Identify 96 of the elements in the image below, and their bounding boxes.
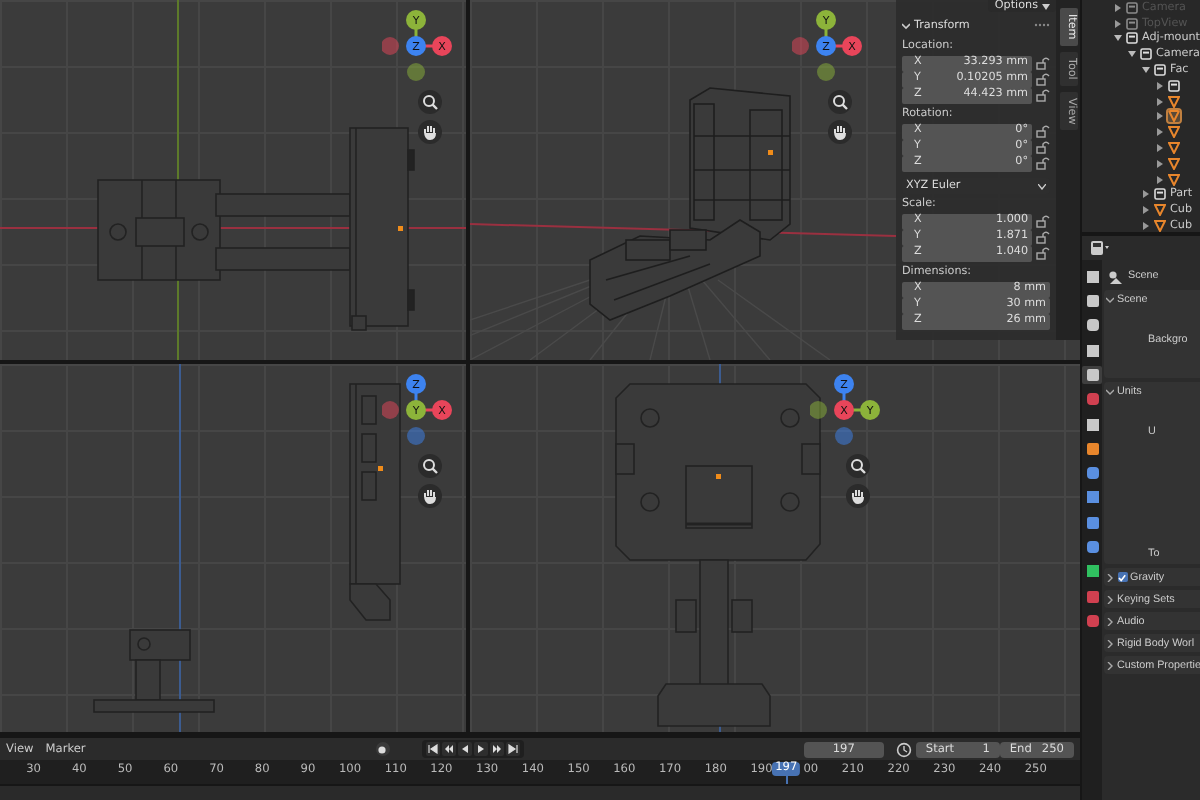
playback-button[interactable] bbox=[425, 742, 440, 756]
properties-tab[interactable] bbox=[1082, 415, 1102, 433]
disclosure-triangle-icon[interactable] bbox=[1142, 206, 1150, 215]
triangle-mesh-icon[interactable] bbox=[1168, 173, 1180, 186]
collection-icon[interactable] bbox=[1126, 17, 1138, 30]
zoom-button[interactable] bbox=[418, 454, 442, 478]
triangle-mesh-icon[interactable] bbox=[1168, 126, 1180, 139]
padlock-icon[interactable] bbox=[1036, 88, 1050, 103]
triangle-mesh-icon[interactable] bbox=[1168, 157, 1180, 170]
pan-button[interactable] bbox=[846, 484, 870, 508]
collection-icon[interactable] bbox=[1126, 32, 1138, 45]
padlock-icon[interactable] bbox=[1036, 156, 1050, 171]
disclosure-triangle-icon[interactable] bbox=[1142, 222, 1150, 231]
playback-button[interactable] bbox=[489, 742, 504, 756]
playback-button[interactable] bbox=[457, 742, 472, 756]
chevron-icon[interactable] bbox=[1106, 661, 1114, 669]
padlock-icon[interactable] bbox=[1036, 56, 1050, 71]
playback-button[interactable] bbox=[505, 742, 520, 756]
properties-tab[interactable] bbox=[1082, 538, 1102, 556]
collection-icon[interactable] bbox=[1154, 64, 1166, 77]
zoom-button[interactable] bbox=[828, 90, 852, 114]
chevron-icon bbox=[1038, 183, 1046, 189]
magnifier-icon bbox=[832, 94, 848, 110]
triangle-mesh-icon[interactable] bbox=[1154, 220, 1166, 232]
zoom-button[interactable] bbox=[846, 454, 870, 478]
disclosure-triangle-icon[interactable] bbox=[1156, 97, 1164, 106]
triangle-mesh-icon[interactable] bbox=[1154, 204, 1166, 217]
playback-button[interactable] bbox=[473, 742, 488, 756]
padlock-icon[interactable] bbox=[1036, 246, 1050, 261]
collection-icon[interactable] bbox=[1154, 188, 1166, 201]
editor-type-icon[interactable] bbox=[1090, 240, 1110, 256]
disclosure-triangle-icon[interactable] bbox=[1142, 66, 1150, 75]
disclosure-triangle-icon[interactable] bbox=[1142, 190, 1150, 199]
triangle-mesh-icon[interactable] bbox=[1168, 95, 1180, 108]
record-dot-icon bbox=[378, 745, 387, 753]
properties-tab[interactable] bbox=[1082, 489, 1102, 507]
play-reverse-icon bbox=[459, 744, 470, 754]
magnifier-icon bbox=[850, 458, 866, 474]
hand-icon bbox=[850, 488, 866, 504]
chevron-icon[interactable] bbox=[1106, 295, 1114, 303]
pan-button[interactable] bbox=[418, 484, 442, 508]
scene-icon bbox=[1108, 269, 1122, 283]
chevron-icon[interactable] bbox=[902, 21, 910, 29]
disclosure-triangle-icon[interactable] bbox=[1156, 175, 1164, 184]
padlock-icon[interactable] bbox=[1036, 140, 1050, 155]
hand-icon bbox=[422, 488, 438, 504]
triangle-mesh-icon[interactable] bbox=[1168, 142, 1180, 155]
properties-tab[interactable] bbox=[1082, 268, 1102, 285]
disclosure-triangle-icon[interactable] bbox=[1156, 159, 1164, 168]
caret-icon bbox=[1042, 3, 1050, 9]
padlock-icon[interactable] bbox=[1036, 230, 1050, 245]
disclosure-triangle-icon[interactable] bbox=[1114, 34, 1122, 43]
chevron-icon[interactable] bbox=[1106, 639, 1114, 647]
chevron-icon[interactable] bbox=[1106, 617, 1114, 625]
disclosure-triangle-icon[interactable] bbox=[1156, 81, 1164, 90]
checkbox[interactable] bbox=[1117, 572, 1127, 582]
disclosure-triangle-icon[interactable] bbox=[1156, 128, 1164, 137]
properties-tab[interactable] bbox=[1082, 563, 1102, 581]
collection-icon[interactable] bbox=[1168, 79, 1180, 92]
pan-button[interactable] bbox=[418, 120, 442, 144]
collection-icon[interactable] bbox=[1126, 1, 1138, 14]
magnifier-icon bbox=[422, 458, 438, 474]
pan-button[interactable] bbox=[828, 120, 852, 144]
padlock-icon[interactable] bbox=[1036, 124, 1050, 139]
chevron-icon[interactable] bbox=[1106, 387, 1114, 395]
checkmark-icon bbox=[1118, 573, 1126, 581]
disclosure-triangle-icon[interactable] bbox=[1156, 144, 1164, 153]
stopwatch-icon[interactable] bbox=[895, 741, 912, 757]
padlock-icon[interactable] bbox=[1036, 72, 1050, 87]
properties-tab[interactable] bbox=[1082, 317, 1102, 335]
magnifier-icon bbox=[422, 94, 438, 110]
jump-to-end-icon bbox=[507, 744, 518, 754]
properties-tab[interactable] bbox=[1082, 440, 1102, 458]
disclosure-triangle-icon[interactable] bbox=[1128, 50, 1136, 59]
play-icon bbox=[475, 744, 486, 754]
padlock-icon[interactable] bbox=[1036, 214, 1050, 229]
properties-tab[interactable] bbox=[1082, 513, 1102, 531]
drag-handle-icon[interactable] bbox=[1034, 22, 1050, 28]
hand-icon bbox=[422, 124, 438, 140]
previous-keyframe-icon bbox=[443, 744, 454, 754]
chevron-icon[interactable] bbox=[1106, 573, 1114, 581]
properties-tab[interactable] bbox=[1082, 366, 1102, 384]
hand-icon bbox=[832, 124, 848, 140]
properties-tab[interactable] bbox=[1082, 341, 1102, 359]
record-button[interactable] bbox=[375, 742, 390, 756]
properties-tab[interactable] bbox=[1082, 292, 1102, 310]
zoom-button[interactable] bbox=[418, 90, 442, 114]
disclosure-triangle-icon[interactable] bbox=[1156, 112, 1164, 121]
jump-to-start-icon bbox=[427, 744, 438, 754]
triangle-mesh-icon[interactable] bbox=[1168, 110, 1180, 123]
collection-icon[interactable] bbox=[1140, 48, 1152, 61]
properties-tab[interactable] bbox=[1082, 464, 1102, 482]
chevron-icon[interactable] bbox=[1106, 595, 1114, 603]
next-keyframe-icon bbox=[491, 744, 502, 754]
disclosure-triangle-icon[interactable] bbox=[1114, 19, 1122, 28]
disclosure-triangle-icon[interactable] bbox=[1114, 3, 1122, 12]
